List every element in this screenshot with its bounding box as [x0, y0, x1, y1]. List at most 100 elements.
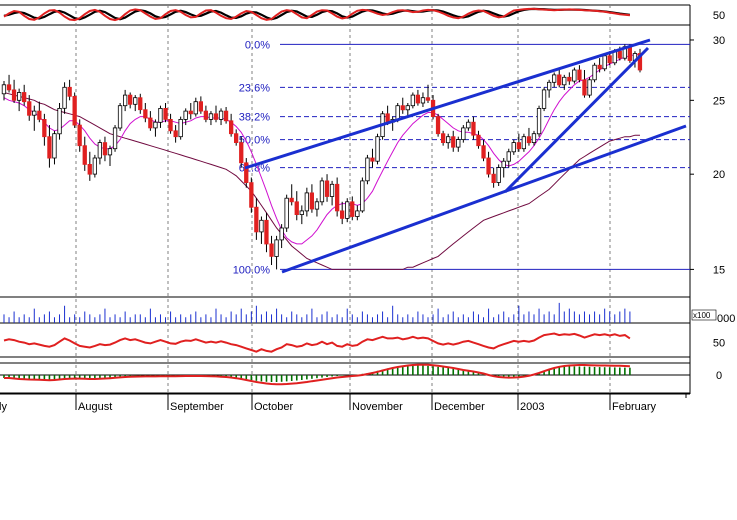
- candle-body-108: [547, 81, 552, 91]
- candle-body-122: [617, 50, 622, 59]
- candle-body-113: [572, 69, 577, 82]
- price-tick-label-0: 30: [713, 35, 725, 47]
- candle-body-15: [77, 124, 82, 147]
- candle-body-69: [350, 201, 355, 217]
- price-tick-label-3: 15: [713, 264, 725, 276]
- candle-body-93: [471, 121, 476, 136]
- candle-body-57: [289, 197, 294, 203]
- price-tick-label-2: 20: [713, 169, 725, 181]
- candle-body-9: [47, 136, 52, 159]
- candle-body-24: [123, 94, 128, 107]
- candle-body-33: [168, 119, 173, 132]
- candle-body-92: [466, 121, 471, 129]
- x-tick-label-1: August: [78, 401, 112, 413]
- candle-body-32: [163, 108, 168, 120]
- candle-body-87: [440, 133, 446, 143]
- candle-body-63: [319, 180, 325, 203]
- candle-body-83: [420, 97, 426, 104]
- candle-body-22: [112, 127, 118, 150]
- candle-body-76: [385, 113, 390, 123]
- candle-body-102: [516, 142, 521, 150]
- candle-body-117: [592, 64, 597, 81]
- candle-body-62: [314, 201, 320, 210]
- candle-body-119: [602, 55, 607, 70]
- candle-body-118: [597, 64, 602, 70]
- candle-body-31: [158, 108, 163, 123]
- candle-body-50: [254, 206, 259, 233]
- candle-body-53: [269, 243, 274, 257]
- fib-label-0: 0.0%: [245, 39, 270, 51]
- candle-body-51: [259, 219, 264, 233]
- candle-body-6: [32, 110, 37, 116]
- candle-body-68: [345, 201, 350, 219]
- candle-body-38: [193, 101, 198, 115]
- candle-body-14: [72, 96, 77, 126]
- candle-body-36: [183, 110, 188, 120]
- candle-body-71: [360, 180, 365, 212]
- candle-body-79: [400, 105, 405, 111]
- candle-body-49: [249, 182, 254, 208]
- candle-body-20: [102, 142, 108, 156]
- x-tick-label-0: ly: [0, 401, 7, 413]
- candle-body-81: [410, 94, 416, 107]
- rsi-tick-label-0: 50: [713, 338, 725, 350]
- candle-body-70: [355, 210, 360, 217]
- candle-body-111: [562, 76, 567, 86]
- candle-body-115: [582, 79, 587, 96]
- candle-body-11: [57, 108, 62, 135]
- candle-body-43: [218, 110, 224, 120]
- candle-body-101: [511, 142, 516, 153]
- candle-body-7: [37, 110, 42, 120]
- x-tick-label-7: February: [612, 401, 657, 413]
- candle-body-64: [324, 180, 330, 197]
- candle-body-78: [395, 105, 400, 120]
- candle-body-13: [67, 86, 72, 97]
- candle-body-106: [536, 108, 542, 135]
- candle-body-27: [138, 97, 143, 111]
- stoch-tick-label-0: 50: [713, 10, 725, 22]
- candle-body-29: [148, 117, 153, 129]
- candle-body-100: [506, 151, 511, 162]
- candle-body-60: [304, 192, 310, 212]
- candle-body-90: [456, 139, 461, 148]
- candle-body-96: [486, 157, 491, 175]
- candle-body-10: [52, 133, 57, 159]
- candle-body-58: [294, 201, 299, 216]
- candle-body-67: [339, 210, 345, 219]
- candle-body-39: [198, 101, 204, 112]
- candle-body-112: [567, 76, 572, 82]
- candle-body-89: [451, 136, 456, 148]
- candle-body-61: [309, 192, 315, 210]
- candle-body-56: [284, 197, 289, 229]
- chart-root: 0.0% 23.6% 38.2% 50.0% 61.8% 100.0% ly August S…: [0, 0, 737, 515]
- candle-body-21: [107, 148, 113, 156]
- candle-body-104: [526, 136, 532, 144]
- candle-body-45: [228, 120, 234, 135]
- candle-body-5: [27, 101, 32, 116]
- candle-body-82: [415, 94, 421, 104]
- fib-label-2: 38.2%: [239, 112, 270, 124]
- candle-body-37: [188, 110, 193, 115]
- candle-body-42: [213, 113, 219, 120]
- candle-body-34: [173, 130, 178, 138]
- candle-body-46: [233, 133, 239, 143]
- candle-body-17: [87, 163, 92, 175]
- stock-chart-svg: 0.0%23.6%38.2%50.0%61.8%100.0% ly August S…: [0, 0, 737, 515]
- candle-body-3: [16, 92, 22, 101]
- candle-body-18: [92, 157, 97, 175]
- x-tick-label-4: November: [352, 401, 403, 413]
- candle-body-65: [329, 183, 335, 197]
- candle-body-120: [607, 55, 612, 64]
- candle-body-2: [11, 89, 17, 101]
- candle-body-41: [208, 113, 214, 120]
- candle-body-109: [552, 74, 557, 83]
- candle-body-105: [531, 133, 537, 143]
- candle-body-35: [178, 119, 183, 138]
- candle-body-95: [481, 145, 486, 159]
- candle-body-44: [223, 110, 229, 122]
- candle-body-59: [299, 210, 304, 215]
- volume-tick-label: 000: [717, 313, 735, 325]
- volume-unit-label: x100: [693, 311, 711, 320]
- candle-body-40: [203, 110, 209, 120]
- candle-body-103: [521, 136, 526, 150]
